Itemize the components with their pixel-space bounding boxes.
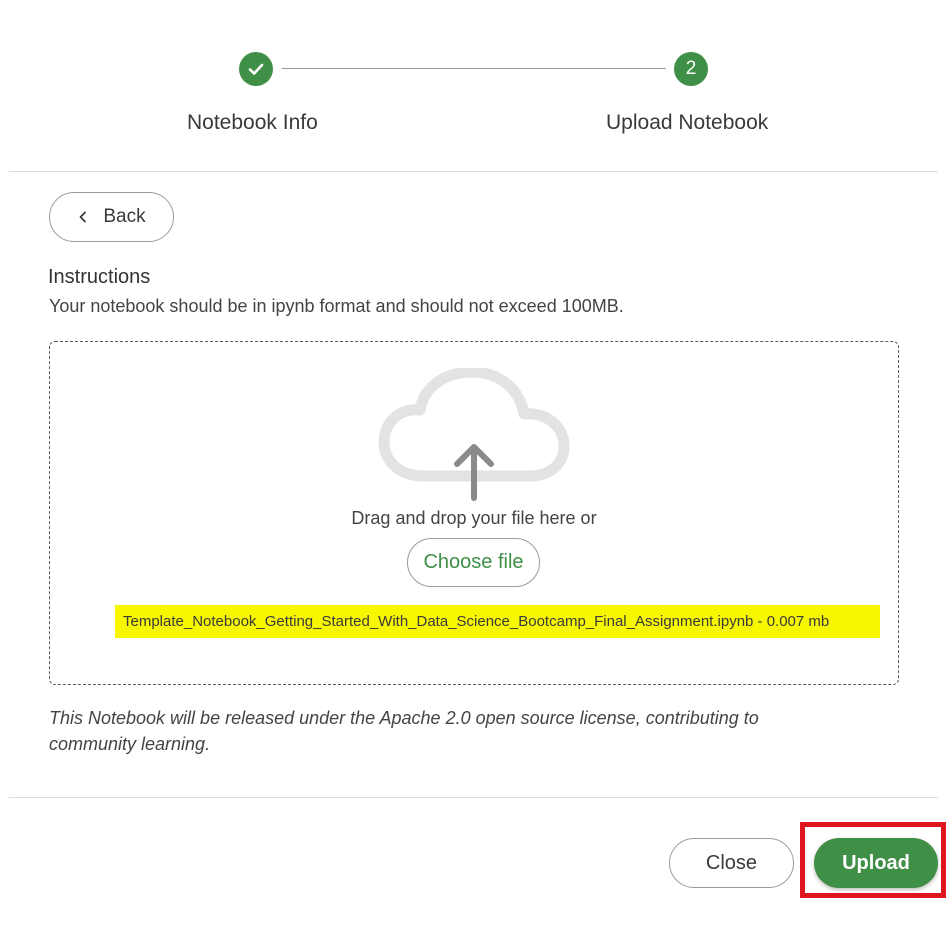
footer-divider <box>9 797 938 798</box>
cloud-upload-icon <box>376 366 572 508</box>
close-button[interactable]: Close <box>669 838 794 888</box>
header-divider <box>9 171 938 172</box>
stepper-connector <box>282 68 666 69</box>
upload-notebook-dialog: 2 Notebook Info Upload Notebook Back Ins… <box>0 0 952 925</box>
back-button-label: Back <box>103 206 146 227</box>
dropzone-prompt: Drag and drop your file here or <box>351 508 597 528</box>
license-notice: This Notebook will be released under the… <box>49 708 759 754</box>
chevron-left-icon <box>77 211 89 223</box>
upload-button[interactable]: Upload <box>814 838 938 888</box>
instructions-title: Instructions <box>48 266 151 288</box>
step-2-label: Upload Notebook <box>606 111 769 134</box>
step-1-label: Notebook Info <box>187 111 318 134</box>
selected-file-name: Template_Notebook_Getting_Started_With_D… <box>115 605 880 638</box>
step-2-indicator: 2 <box>674 52 708 86</box>
choose-file-button[interactable]: Choose file <box>407 538 540 587</box>
step-1-complete-indicator <box>239 52 273 86</box>
check-icon <box>247 60 265 78</box>
back-button[interactable]: Back <box>49 192 174 242</box>
instructions-text: Your notebook should be in ipynb format … <box>49 296 624 316</box>
